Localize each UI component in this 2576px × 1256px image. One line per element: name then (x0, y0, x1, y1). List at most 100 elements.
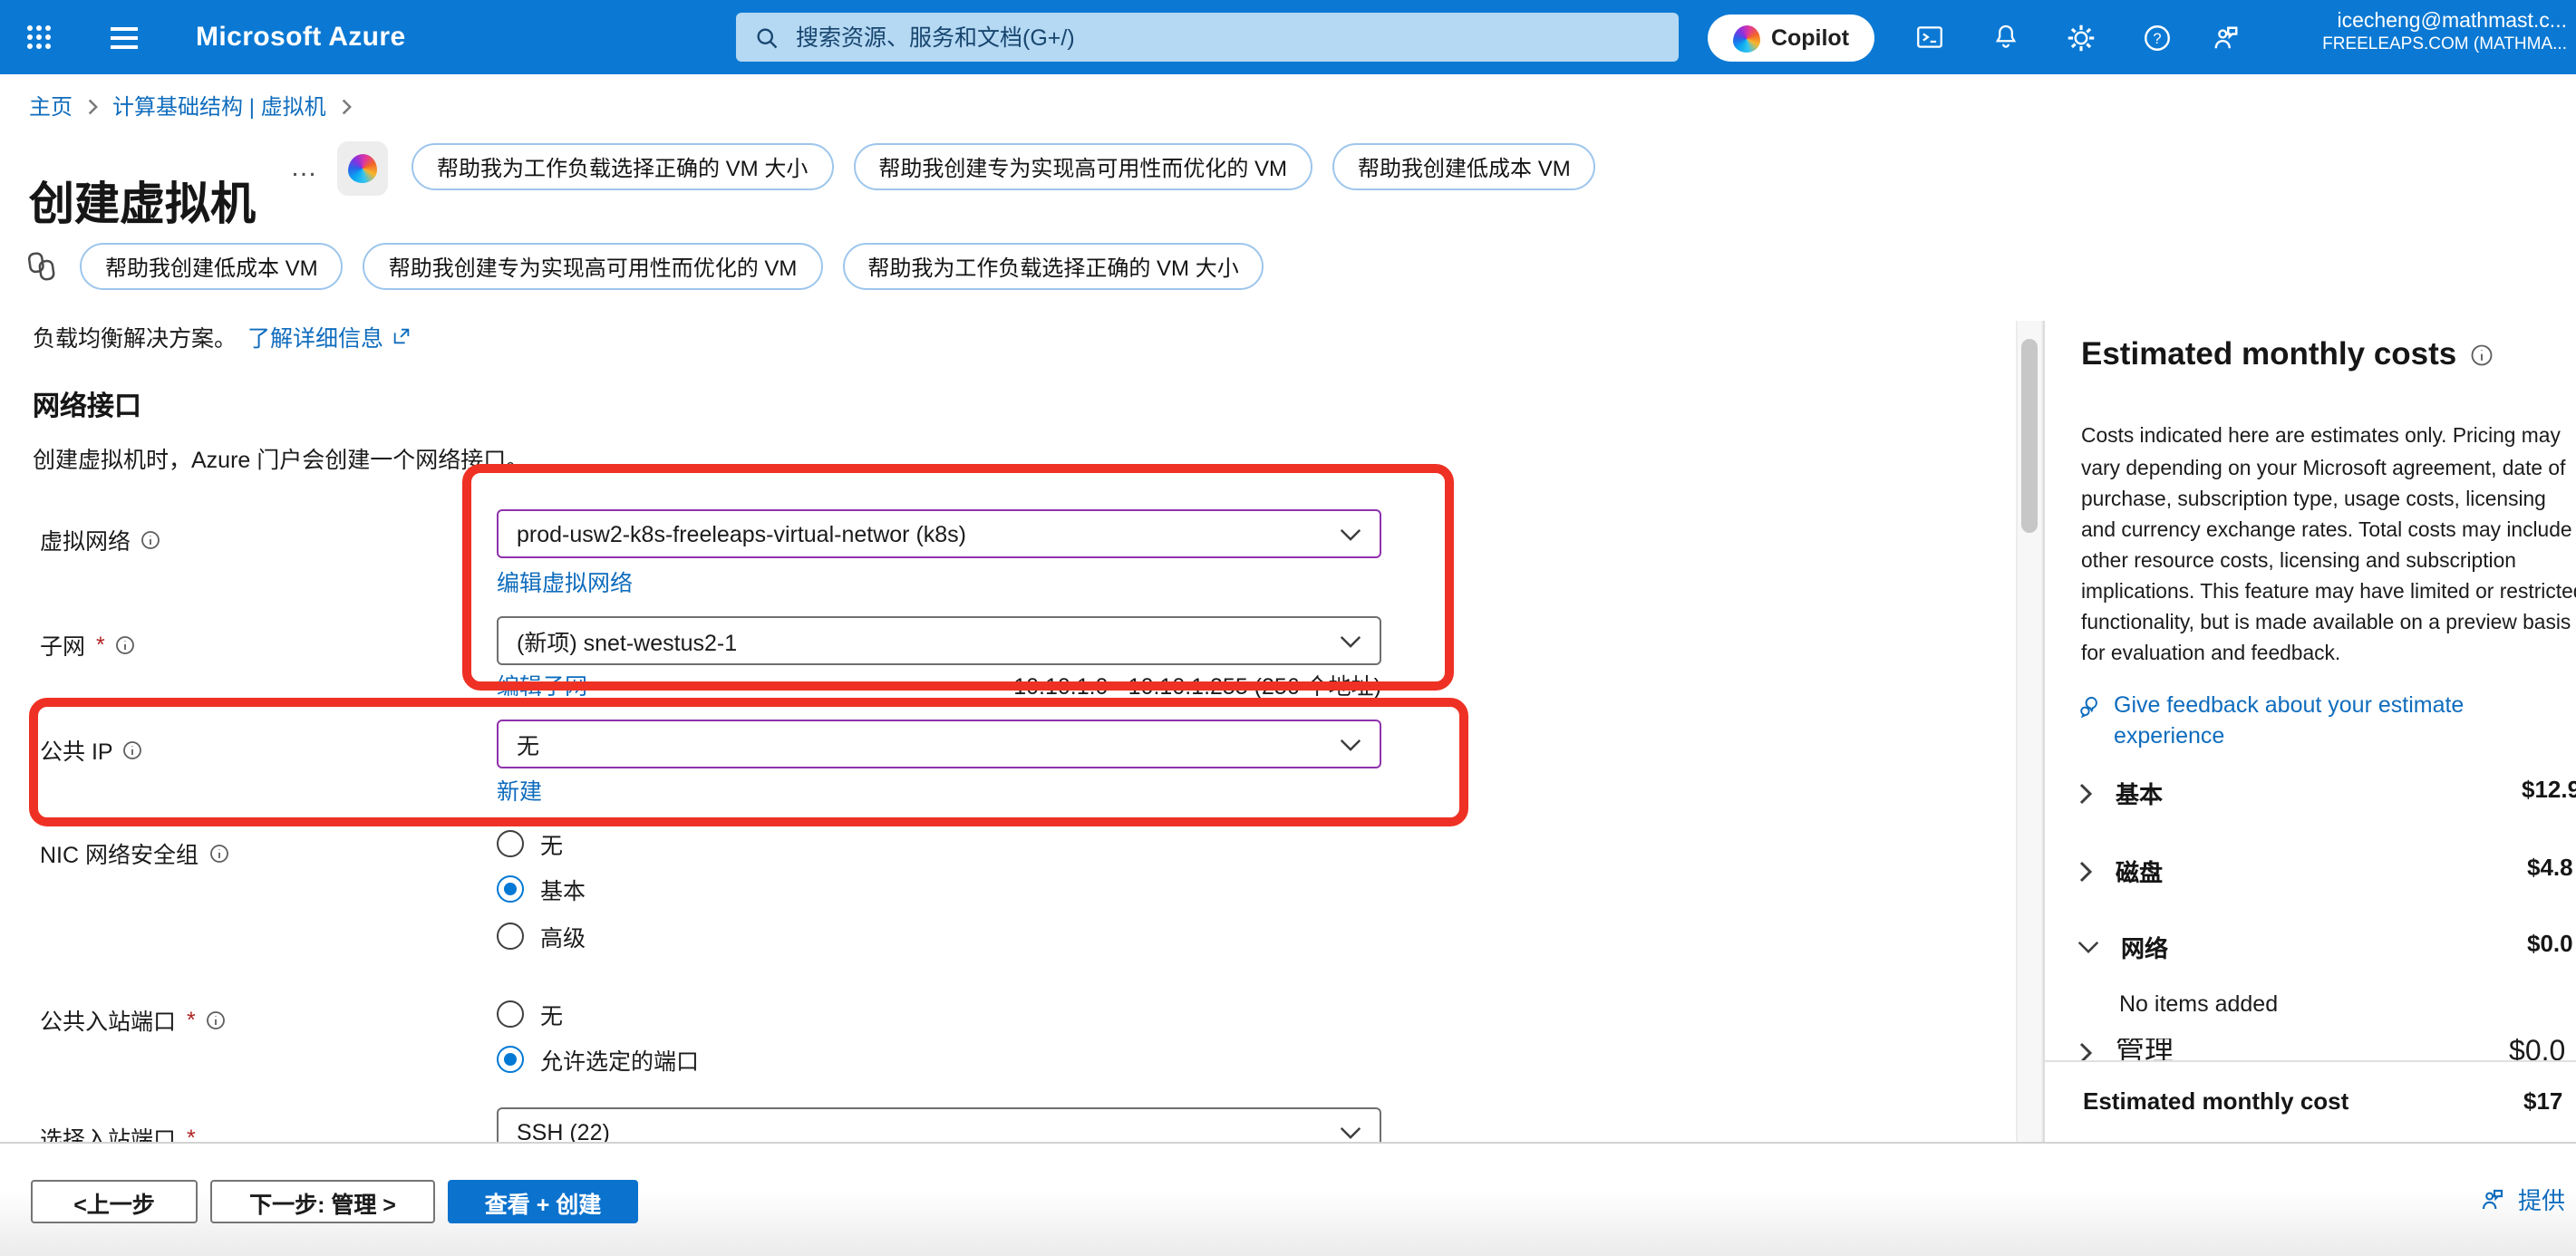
give-feedback-link[interactable]: 提供 (2478, 1182, 2565, 1216)
radio-icon[interactable] (497, 830, 524, 857)
notifications-bell-icon[interactable] (1971, 0, 2039, 74)
inbound-ports-label-row: 公共入站端口 * (40, 1002, 227, 1037)
azure-portal-page: Microsoft Azure Copilot ? icecheng@mat (0, 0, 2576, 1254)
vnet-dropdown-value: prod-usw2-k8s-freeleaps-virtual-networ (… (517, 521, 966, 546)
cost-row-basic-value: $12.9 (2522, 776, 2576, 803)
copilot-button-label: Copilot (1771, 25, 1849, 51)
learn-more-link[interactable]: 了解详细信息 (247, 319, 411, 353)
cost-panel-description: Costs indicated here are estimates only.… (2081, 423, 2576, 671)
suggestion-high-availability[interactable]: 帮助我创建专为实现高可用性而优化的 VM (363, 243, 823, 290)
copilot-suggestions-row2: 帮助我创建低成本 VM 帮助我创建专为实现高可用性而优化的 VM 帮助我为工作负… (80, 243, 1264, 290)
info-icon[interactable] (140, 528, 161, 550)
copilot-chip[interactable] (337, 141, 388, 196)
scrollbar-thumb[interactable] (2020, 339, 2037, 533)
subnet-subrow: 编辑子网 10.10.1.0 - 10.10.1.255 (256 个地址) (497, 667, 1381, 701)
edit-vnet-link[interactable]: 编辑虚拟网络 (497, 564, 633, 598)
load-balancer-text: 负载均衡解决方案。 (33, 319, 237, 353)
subnet-dropdown[interactable]: (新项) snet-westus2-1 (497, 616, 1381, 665)
cost-total-value: $17 (2523, 1087, 2562, 1115)
chevron-down-icon (1340, 633, 1361, 648)
cost-row-disk-value: $4.8 (2527, 854, 2573, 881)
feedback-icon[interactable] (2192, 0, 2261, 74)
more-options-icon[interactable]: … (290, 152, 319, 183)
panel-divider (2042, 321, 2044, 1142)
section-description: 创建虚拟机时，Azure 门户会创建一个网络接口。 (33, 440, 528, 475)
suggestion-vm-size[interactable]: 帮助我为工作负载选择正确的 VM 大小 (412, 143, 833, 190)
info-icon[interactable] (122, 739, 144, 760)
radio-icon[interactable] (497, 1000, 524, 1028)
previous-step-button[interactable]: <上一步 (31, 1180, 198, 1223)
inbound-option-none[interactable]: 无 (497, 997, 563, 1031)
cost-row-management-clipped[interactable]: 管理 $0.0 (2077, 1039, 2576, 1060)
cost-row-network[interactable]: 网络 (2077, 930, 2576, 964)
public-ip-dropdown[interactable]: 无 (497, 720, 1381, 768)
account-email: icecheng@mathmast.c... (2322, 9, 2567, 35)
cost-network-empty-text: No items added (2119, 991, 2278, 1017)
nsg-option-advanced[interactable]: 高级 (497, 919, 586, 953)
settings-gear-icon[interactable] (2047, 0, 2116, 74)
info-icon[interactable] (114, 633, 136, 655)
copilot-suggestions-row1: 帮助我为工作负载选择正确的 VM 大小 帮助我创建专为实现高可用性而优化的 VM… (412, 143, 1596, 190)
inbound-option-allow[interactable]: 允许选定的端口 (497, 1042, 699, 1077)
account-tenant: FREELEAPS.COM (MATHMA... (2322, 35, 2567, 57)
nsg-option-advanced-label: 高级 (540, 919, 586, 953)
inbound-option-allow-label: 允许选定的端口 (540, 1042, 699, 1077)
edit-subnet-link[interactable]: 编辑子网 (497, 667, 587, 701)
copilot-logo-icon (1733, 24, 1760, 52)
chevron-down-icon (1340, 1125, 1361, 1139)
global-search[interactable] (736, 13, 1679, 62)
cost-row-management-value: $0.0 (2509, 1039, 2565, 1060)
info-icon[interactable] (208, 842, 229, 864)
brand-title[interactable]: Microsoft Azure (196, 22, 406, 53)
breadcrumb-vm[interactable]: 计算基础结构 | 虚拟机 (112, 91, 326, 121)
radio-selected-icon[interactable] (497, 1046, 524, 1073)
cost-row-disk-label: 磁盘 (2116, 854, 2163, 888)
cost-row-management-label: 管理 (2116, 1039, 2174, 1060)
cost-total-label: Estimated monthly cost (2083, 1087, 2348, 1115)
estimate-feedback-label: Give feedback about your estimate experi… (2114, 691, 2552, 752)
clipped-description-line: 负载均衡解决方案。 了解详细信息 (33, 319, 411, 353)
nsg-option-none-label: 无 (540, 826, 563, 861)
chevron-right-icon[interactable] (2077, 860, 2094, 882)
search-input[interactable] (792, 23, 1661, 52)
chevron-right-icon (339, 97, 353, 115)
breadcrumb: 主页 计算基础结构 | 虚拟机 (29, 91, 353, 121)
suggestion-low-cost[interactable]: 帮助我创建低成本 VM (1332, 143, 1596, 190)
search-icon (754, 24, 780, 50)
breadcrumb-home[interactable]: 主页 (29, 91, 73, 121)
copilot-logo-icon (348, 154, 377, 183)
review-create-button[interactable]: 查看 + 创建 (448, 1180, 638, 1223)
create-new-public-ip-link[interactable]: 新建 (497, 772, 542, 807)
estimate-feedback-link[interactable]: Give feedback about your estimate experi… (2077, 691, 2552, 752)
radio-selected-icon[interactable] (497, 875, 524, 903)
account-menu[interactable]: icecheng@mathmast.c... FREELEAPS.COM (MA… (2322, 9, 2567, 57)
info-icon[interactable] (2469, 342, 2494, 367)
vnet-label-row: 虚拟网络 (40, 522, 161, 556)
vnet-label: 虚拟网络 (40, 522, 131, 556)
suggestion-high-availability[interactable]: 帮助我创建专为实现高可用性而优化的 VM (853, 143, 1312, 190)
radio-icon[interactable] (497, 923, 524, 950)
copilot-button[interactable]: Copilot (1708, 14, 1874, 62)
cost-row-network-label: 网络 (2121, 930, 2168, 964)
suggestion-vm-size[interactable]: 帮助我为工作负载选择正确的 VM 大小 (842, 243, 1264, 290)
info-icon[interactable] (205, 1009, 227, 1030)
cost-row-basic[interactable]: 基本 (2077, 776, 2576, 810)
cost-row-disk[interactable]: 磁盘 (2077, 854, 2576, 888)
app-launcher-icon[interactable] (4, 0, 73, 74)
next-step-button[interactable]: 下一步: 管理 > (210, 1180, 435, 1223)
nsg-option-none[interactable]: 无 (497, 826, 563, 861)
chevron-right-icon[interactable] (2077, 782, 2094, 804)
subnet-dropdown-value: (新项) snet-westus2-1 (517, 623, 737, 658)
chevron-down-icon[interactable] (2077, 939, 2099, 955)
nsg-option-basic[interactable]: 基本 (497, 872, 586, 906)
inbound-ports-label: 公共入站端口 (40, 1002, 176, 1037)
vnet-dropdown[interactable]: prod-usw2-k8s-freeleaps-virtual-networ (… (497, 509, 1381, 558)
public-ip-label-row: 公共 IP (40, 732, 144, 767)
suggestion-low-cost[interactable]: 帮助我创建低成本 VM (80, 243, 344, 290)
help-icon[interactable]: ? (2123, 0, 2192, 74)
nsg-label-row: NIC 网络安全组 (40, 836, 229, 870)
cloud-shell-icon[interactable] (1894, 0, 1963, 74)
learn-more-label: 了解详细信息 (247, 319, 383, 353)
hamburger-menu-icon[interactable] (89, 0, 158, 74)
page-title: 创建虚拟机 (29, 169, 256, 234)
